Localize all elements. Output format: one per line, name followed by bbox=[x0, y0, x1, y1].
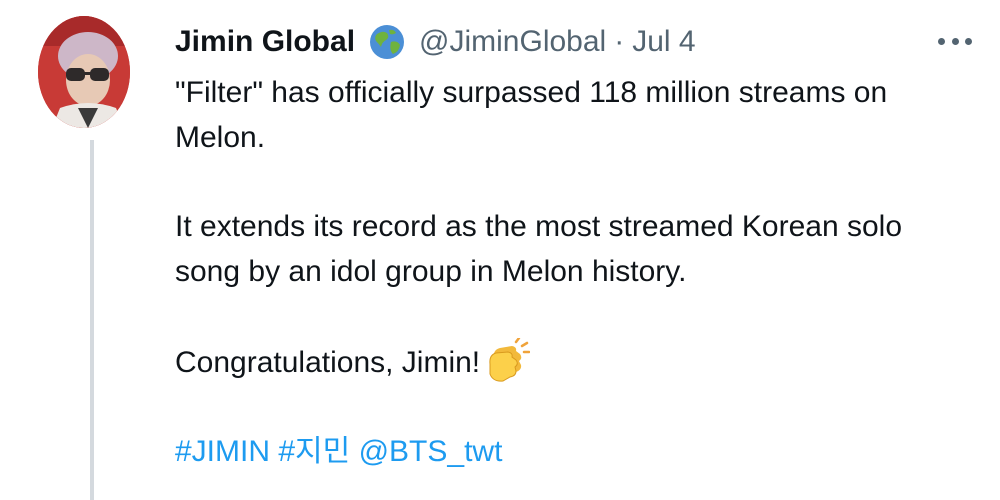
tweet-paragraph-1: "Filter" has officially surpassed 118 mi… bbox=[175, 76, 888, 154]
author-handle[interactable]: @JiminGlobal bbox=[419, 22, 606, 62]
more-dot bbox=[951, 37, 959, 45]
separator-dot: · bbox=[614, 25, 625, 58]
tweet-header: Jimin Global @JiminGlobal · Jul 4 bbox=[175, 22, 696, 62]
author-name[interactable]: Jimin Global bbox=[175, 22, 355, 62]
more-options-icon[interactable] bbox=[938, 30, 972, 52]
more-dot bbox=[965, 37, 972, 45]
tweet-paragraph-3: Congratulations, Jimin! bbox=[175, 336, 965, 385]
globe-icon bbox=[367, 22, 407, 62]
tweet: Jimin Global @JiminGlobal · Jul 4 "Filte… bbox=[0, 0, 1000, 500]
tweet-paragraph-2: It extends its record as the most stream… bbox=[175, 210, 903, 288]
clapping-hands-icon bbox=[486, 336, 531, 382]
congratulations-text: Congratulations, Jimin! bbox=[175, 346, 481, 379]
mention-bts-twt[interactable]: @BTS_twt bbox=[359, 435, 503, 468]
avatar[interactable] bbox=[38, 16, 130, 128]
tweet-tags: #JIMIN #지민 @BTS_twt bbox=[175, 429, 965, 474]
hashtag-jimin[interactable]: #JIMIN bbox=[175, 435, 270, 468]
thread-line bbox=[90, 140, 94, 500]
more-dot bbox=[938, 37, 945, 45]
hashtag-jimin-korean[interactable]: #지민 bbox=[278, 435, 350, 468]
tweet-text: "Filter" has officially surpassed 118 mi… bbox=[175, 70, 965, 474]
tweet-date[interactable]: Jul 4 bbox=[632, 22, 695, 62]
